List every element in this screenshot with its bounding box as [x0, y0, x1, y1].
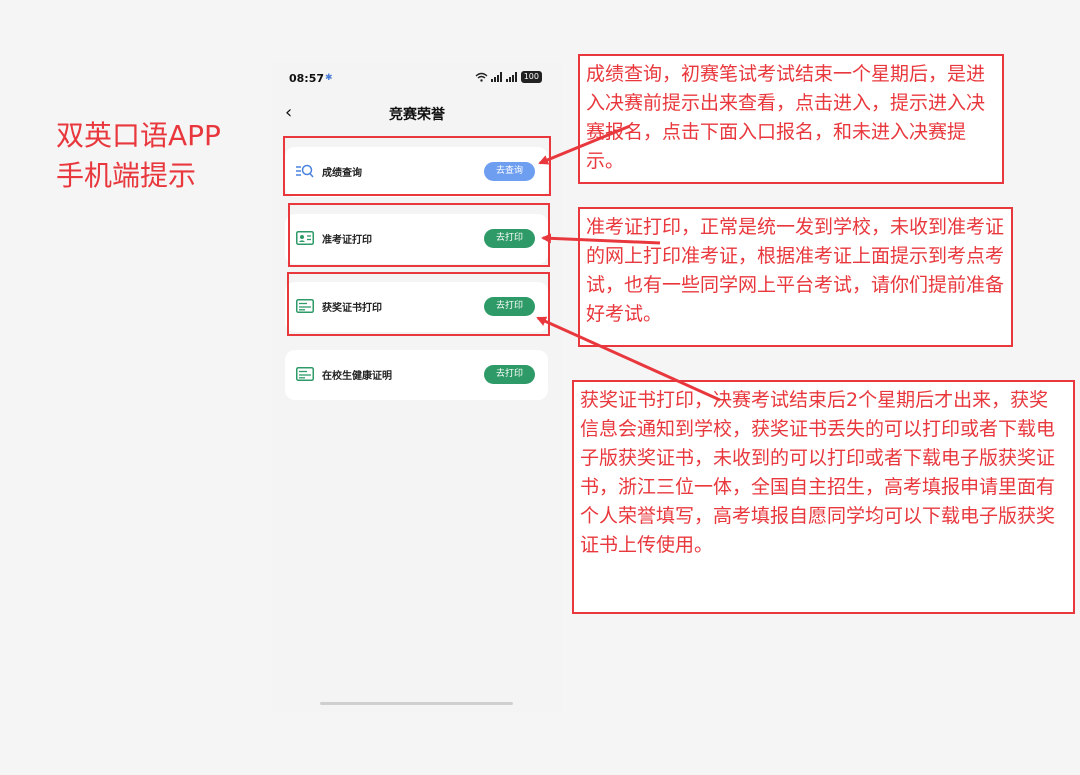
signal-icon	[505, 72, 517, 82]
list-item-health-certificate[interactable]: 在校生健康证明 去打印	[285, 350, 548, 400]
signal-icon	[490, 72, 502, 82]
nav-bar: ‹ 竞赛荣誉	[272, 94, 562, 134]
side-title-line-1: 双英口语APP	[56, 119, 221, 152]
list-item-label: 在校生健康证明	[322, 371, 392, 382]
status-time: 08:57	[289, 72, 325, 85]
status-icons: 100	[475, 71, 542, 83]
highlight-box	[287, 272, 550, 336]
wifi-icon	[475, 72, 488, 82]
bluetooth-icon: ✱	[325, 73, 333, 83]
side-title-line-2: 手机端提示	[56, 159, 197, 192]
home-indicator	[320, 702, 513, 705]
annotation-admission-ticket: 准考证打印，正常是统一发到学校，未收到准考证的网上打印准考证，根据准考证上面提示…	[578, 207, 1013, 347]
battery-indicator: 100	[520, 71, 542, 83]
status-bar: 08:57 ✱ 100	[272, 62, 562, 94]
page-title: 竞赛荣誉	[389, 107, 445, 123]
annotation-award-certificate: 获奖证书打印，决赛考试结束后2个星期后才出来，获奖信息会通知到学校，获奖证书丢失…	[572, 380, 1075, 614]
highlight-box	[283, 136, 551, 196]
certificate-icon	[296, 367, 314, 381]
print-button[interactable]: 去打印	[484, 365, 535, 384]
annotation-score-query: 成绩查询，初赛笔试考试结束一个星期后，是进入决赛前提示出来查看，点击进入，提示进…	[578, 54, 1004, 184]
side-title: 双英口语APP 手机端提示	[56, 116, 256, 196]
highlight-box	[288, 203, 550, 267]
